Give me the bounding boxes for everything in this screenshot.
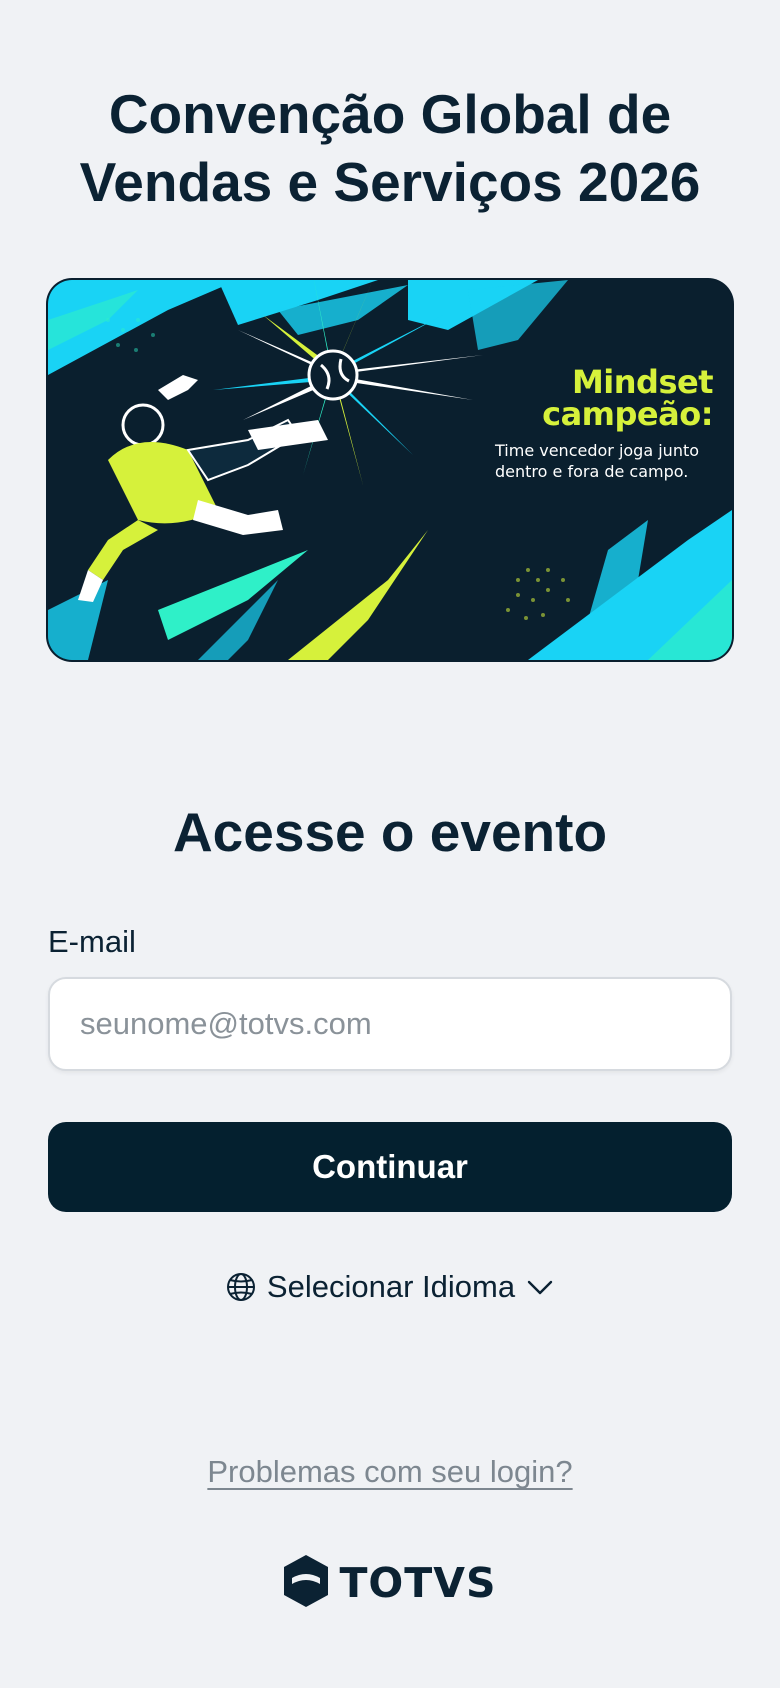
banner-headline-line2: campeão:	[542, 395, 713, 433]
banner-headline-line1: Mindset	[571, 363, 714, 401]
email-label: E-mail	[48, 924, 136, 959]
banner-subtitle-line2: dentro e fora de campo.	[495, 462, 689, 481]
brand-footer: TOTVS	[0, 1554, 780, 1612]
continue-button[interactable]: Continuar	[48, 1122, 732, 1212]
chevron-down-icon	[525, 1272, 555, 1302]
banner-headline: Mindset campeão:	[481, 366, 721, 430]
language-selector-label: Selecionar Idioma	[266, 1269, 516, 1304]
login-help-link[interactable]: Problemas com seu login?	[207, 1454, 572, 1489]
banner-text-block: Mindset campeão: Time vencedor joga junt…	[481, 366, 721, 482]
login-help-container: Problemas com seu login?	[0, 1450, 780, 1494]
banner-subtitle-line1: Time vencedor joga junto	[495, 441, 700, 460]
login-section-title: Acesse o evento	[172, 801, 608, 863]
globe-icon	[225, 1271, 257, 1303]
language-selector[interactable]: Selecionar Idioma	[0, 1262, 780, 1312]
page-title: Convenção Global de Vendas e Serviços 20…	[79, 83, 701, 213]
brand-name: TOTVS	[339, 1559, 497, 1607]
login-page: Convenção Global de Vendas e Serviços 20…	[0, 0, 780, 1688]
banner-subtitle: Time vencedor joga junto dentro e fora d…	[481, 440, 721, 482]
event-banner: Mindset campeão: Time vencedor joga junt…	[48, 280, 732, 660]
totvs-logo-icon	[283, 1554, 329, 1613]
email-field[interactable]	[48, 977, 732, 1071]
